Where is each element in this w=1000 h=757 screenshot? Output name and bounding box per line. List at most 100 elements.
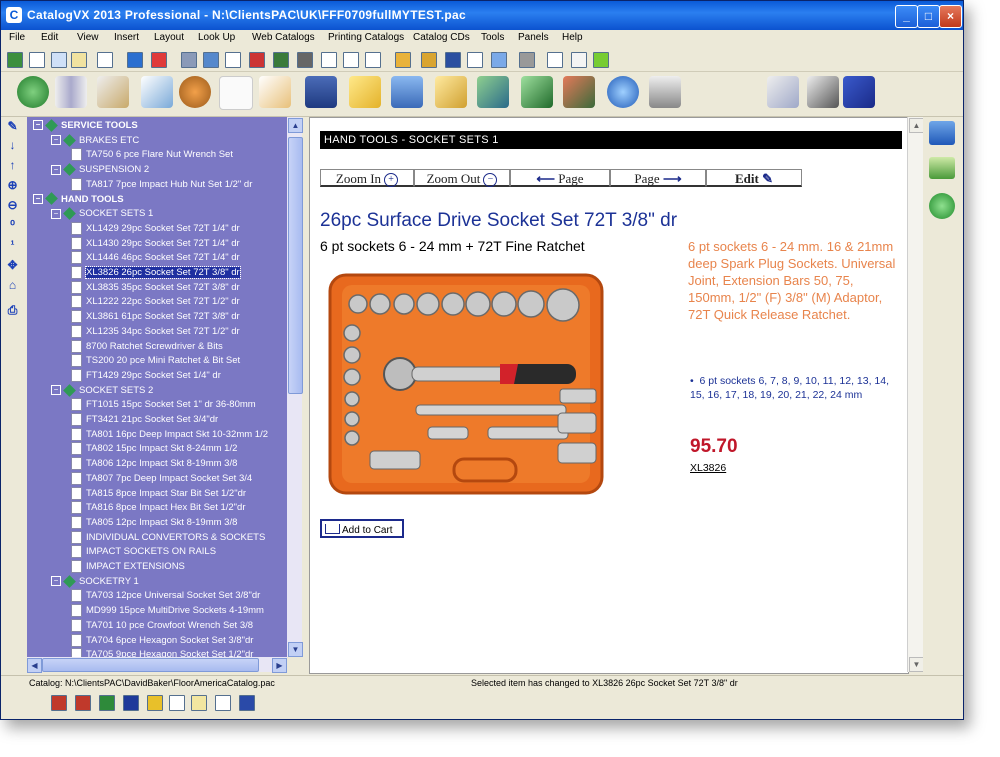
tree-hscroll-thumb[interactable]: [42, 658, 259, 672]
menu-catalog-cds[interactable]: Catalog CDs: [413, 32, 470, 43]
close-button[interactable]: ×: [939, 5, 962, 28]
tree-item-node[interactable]: TS200 20 pce Mini Ratchet & Bit Set: [71, 354, 240, 368]
tree-item-node[interactable]: TA805 12pc Impact Skt 8-19mm 3/8: [71, 515, 237, 530]
tree-item-node[interactable]: TA705 9pce Hexagon Socket Set 1/2"dr: [71, 648, 253, 657]
tree-group-node[interactable]: − SUSPENSION 2: [51, 163, 149, 177]
zoom-in-button[interactable]: Zoom In +: [320, 169, 414, 188]
database-icon[interactable]: [123, 695, 139, 711]
import-icon[interactable]: [141, 76, 173, 108]
file-icon[interactable]: [365, 52, 381, 68]
zoom-out-button[interactable]: Zoom Out −: [414, 169, 510, 188]
folder-page-icon[interactable]: [435, 76, 467, 108]
page-next-button[interactable]: Page ⟶: [610, 169, 706, 187]
menu-printing-catalogs[interactable]: Printing Catalogs: [328, 32, 404, 43]
edit-tree-icon[interactable]: ✎: [6, 120, 19, 133]
link-icon[interactable]: [127, 52, 143, 68]
panels-icon[interactable]: [491, 52, 507, 68]
grid-panel-icon[interactable]: [843, 76, 875, 108]
print-tree-icon[interactable]: ⎙: [6, 304, 19, 317]
scroll-down-icon[interactable]: ▼: [288, 642, 303, 657]
tree-item-node[interactable]: XL1429 29pc Socket Set 72T 1/4" dr: [71, 221, 240, 236]
tree-item-node[interactable]: TA816 8pce Impact Hex Bit Set 1/2"dr: [71, 501, 246, 515]
move-up-icon[interactable]: ↑: [6, 159, 19, 172]
tools-icon[interactable]: [571, 52, 587, 68]
tree-item-node[interactable]: INDIVIDUAL CONVERTORS & SOCKETS: [71, 530, 265, 545]
sort-ascending-icon[interactable]: ⁰: [6, 219, 19, 232]
tree-item-node[interactable]: TA703 12pce Universal Socket Set 3/8"dr: [71, 589, 260, 603]
product-sku-link[interactable]: XL3826: [690, 462, 726, 474]
tree-group-node[interactable]: − SERVICE TOOLS: [33, 119, 138, 133]
image-icon[interactable]: [929, 157, 955, 179]
tree-item-node[interactable]: TA704 6pce Hexagon Socket Set 3/8"dr: [71, 633, 253, 648]
catalog-books-icon[interactable]: [55, 76, 87, 108]
pointer-icon[interactable]: [767, 76, 799, 108]
shield-icon[interactable]: [147, 695, 163, 711]
page-icon[interactable]: [97, 52, 113, 68]
new-icon[interactable]: [7, 52, 23, 68]
expand-icon[interactable]: ⊕: [6, 179, 19, 192]
menu-layout[interactable]: Layout: [154, 32, 184, 43]
tree-item-node[interactable]: TA807 7pc Deep Impact Socket Set 3/4: [71, 471, 252, 486]
cube-icon[interactable]: [477, 76, 509, 108]
text-doc-icon[interactable]: [215, 695, 231, 711]
collapse-icon[interactable]: ⊖: [6, 199, 19, 212]
edit-page-icon[interactable]: [259, 76, 291, 108]
puzzle-icon[interactable]: [593, 52, 609, 68]
tree-item-node[interactable]: XL1235 34pc Socket Set 72T 1/2" dr: [71, 324, 240, 339]
table-icon[interactable]: [203, 52, 219, 68]
title-bar[interactable]: C CatalogVX 2013 Professional - N:\Clien…: [1, 1, 963, 30]
tree-item-node[interactable]: XL3835 35pc Socket Set 72T 3/8" dr: [71, 280, 240, 295]
group-icon[interactable]: [51, 52, 67, 68]
tools-icon[interactable]: [97, 76, 129, 108]
stop-icon[interactable]: [151, 52, 167, 68]
document2-icon[interactable]: [467, 52, 483, 68]
tree-vertical-scrollbar[interactable]: ▲ ▼: [287, 117, 303, 657]
open-icon[interactable]: [29, 52, 45, 68]
minimize-button[interactable]: _: [895, 5, 918, 28]
pencil-icon[interactable]: [395, 52, 411, 68]
tree-group-node[interactable]: − SOCKET SETS 2: [51, 383, 153, 398]
menu-look-up[interactable]: Look Up: [198, 32, 235, 43]
chart-icon[interactable]: [273, 52, 289, 68]
tree-item-node[interactable]: FT1429 29pc Socket Set 1/4" dr: [71, 368, 221, 383]
move-down-icon[interactable]: ↓: [6, 139, 19, 152]
collapse-toggle-icon[interactable]: −: [33, 120, 43, 131]
home-icon[interactable]: [17, 76, 49, 108]
note-icon[interactable]: [191, 695, 207, 711]
tree-item-node[interactable]: IMPACT EXTENSIONS: [71, 560, 185, 574]
collapse-toggle-icon[interactable]: −: [51, 385, 61, 396]
report-icon[interactable]: [75, 695, 91, 711]
menu-view[interactable]: View: [77, 32, 99, 43]
tree-item-node[interactable]: XL3861 61pc Socket Set 72T 3/8" dr: [71, 310, 240, 324]
tree-item-node[interactable]: XL3826 26pc Socket Set 72T 3/8" dr: [71, 266, 241, 280]
home-tree-icon[interactable]: ⌂: [6, 279, 19, 292]
scroll-right-icon[interactable]: ▶: [272, 658, 287, 673]
tree-item-node[interactable]: TA802 15pc Impact Skt 8-24mm 1/2: [71, 442, 237, 456]
barcode-icon[interactable]: [249, 52, 265, 68]
key-icon[interactable]: [71, 52, 87, 68]
move-all-icon[interactable]: ✥: [6, 259, 19, 272]
scale-icon[interactable]: [519, 52, 535, 68]
menu-web-catalogs[interactable]: Web Catalogs: [252, 32, 315, 43]
page-scroll-down-icon[interactable]: ▼: [909, 657, 924, 672]
folder-icon[interactable]: [421, 52, 437, 68]
tree-scroll-thumb[interactable]: [288, 137, 303, 394]
refresh-icon[interactable]: [929, 193, 955, 219]
maximize-button[interactable]: □: [917, 5, 940, 28]
tree-item-node[interactable]: TA801 16pc Deep Impact Skt 10-32mm 1/2: [71, 427, 268, 442]
export-pdf-icon[interactable]: [51, 695, 67, 711]
save-disk-icon[interactable]: [305, 76, 337, 108]
tree-item-node[interactable]: TA815 8pce Impact Star Bit Set 1/2"dr: [71, 486, 246, 501]
blank-doc-icon[interactable]: [169, 695, 185, 711]
collapse-toggle-icon[interactable]: −: [51, 164, 61, 175]
collapse-toggle-icon[interactable]: −: [51, 208, 61, 219]
collapse-toggle-icon[interactable]: −: [51, 135, 61, 146]
document-icon[interactable]: [225, 52, 241, 68]
excel-icon[interactable]: [99, 695, 115, 711]
scroll-left-icon[interactable]: ◀: [27, 658, 42, 673]
tree-item-node[interactable]: XL1430 29pc Socket Set 72T 1/4" dr: [71, 236, 240, 251]
tree-item-node[interactable]: IMPACT SOCKETS ON RAILS: [71, 545, 216, 559]
tree-item-node[interactable]: XL1446 46pc Socket Set 72T 1/4" dr: [71, 251, 240, 265]
page-previous-button[interactable]: ⟵ Page: [510, 169, 610, 187]
tree-group-node[interactable]: − SOCKET SETS 1: [51, 207, 153, 221]
